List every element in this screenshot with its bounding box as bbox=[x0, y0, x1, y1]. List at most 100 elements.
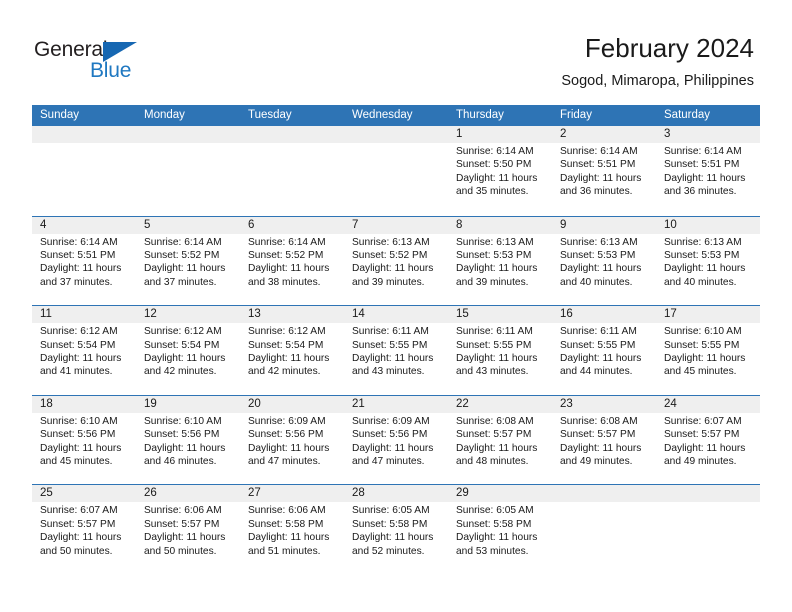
day-info-line: Daylight: 11 hours bbox=[248, 353, 330, 364]
day-info-line: Sunset: 5:52 PM bbox=[144, 250, 220, 261]
day-number: 17 bbox=[664, 308, 677, 321]
day-info-line: and 53 minutes. bbox=[456, 545, 529, 557]
day-info-line: Sunrise: 6:13 AM bbox=[664, 236, 742, 248]
calendar-day-cell[interactable]: 24 Sunrise: 6:07 AM Sunset: 5:57 PM Dayligh… bbox=[656, 396, 760, 485]
day-info-line: and 49 minutes. bbox=[664, 456, 737, 467]
day-info-line: Sunset: 5:56 PM bbox=[144, 429, 220, 441]
day-info-line: Daylight: 11 hours bbox=[664, 172, 746, 184]
day-number bbox=[40, 126, 136, 143]
day-info-line: Daylight: 11 hours bbox=[664, 442, 746, 454]
calendar-week-row: 25 Sunrise: 6:07 AM Sunset: 5:57 PM Dayligh… bbox=[32, 484, 760, 574]
day-info-line: Daylight: 11 hours bbox=[456, 532, 538, 544]
calendar-day-cell[interactable]: 19 Sunrise: 6:10 AM Sunset: 5:56 PM Dayligh… bbox=[136, 396, 240, 485]
day-number: 6 bbox=[248, 218, 255, 231]
day-sun-info: Sunrise: 6:08 AM Sunset: 5:57 PM Daylight:… bbox=[456, 415, 552, 469]
calendar-day-cell[interactable]: 11 Sunrise: 6:12 AM Sunset: 5:54 PM Dayligh… bbox=[32, 306, 136, 395]
day-info-line: Sunset: 5:56 PM bbox=[352, 429, 428, 441]
day-info-line: Sunset: 5:56 PM bbox=[40, 429, 116, 441]
day-sun-info: Sunrise: 6:13 AM Sunset: 5:52 PM Daylight:… bbox=[352, 236, 448, 290]
calendar-day-cell[interactable]: 26 Sunrise: 6:06 AM Sunset: 5:57 PM Dayligh… bbox=[136, 485, 240, 574]
day-info-line: Sunset: 5:52 PM bbox=[248, 250, 324, 261]
calendar-day-cell[interactable]: 20 Sunrise: 6:09 AM Sunset: 5:56 PM Dayligh… bbox=[240, 396, 344, 485]
day-info-line: Daylight: 11 hours bbox=[144, 353, 226, 364]
calendar-day-cell[interactable]: 6 Sunrise: 6:14 AM Sunset: 5:52 PM Daylight… bbox=[240, 217, 344, 306]
calendar-day-cell[interactable]: 4 Sunrise: 6:14 AM Sunset: 5:51 PM Daylight… bbox=[32, 217, 136, 306]
day-number bbox=[352, 126, 448, 143]
day-info-line: Sunset: 5:55 PM bbox=[456, 339, 532, 351]
day-number: 7 bbox=[352, 218, 359, 231]
day-sun-info: Sunrise: 6:06 AM Sunset: 5:58 PM Daylight:… bbox=[248, 504, 344, 558]
calendar-day-cell[interactable]: 22 Sunrise: 6:08 AM Sunset: 5:57 PM Dayligh… bbox=[448, 396, 552, 485]
day-info-line: Sunset: 5:57 PM bbox=[560, 429, 636, 441]
calendar-day-cell[interactable]: 18 Sunrise: 6:10 AM Sunset: 5:56 PM Dayligh… bbox=[32, 396, 136, 485]
calendar-day-cell-empty bbox=[552, 485, 656, 574]
calendar-day-cell[interactable]: 1 Sunrise: 6:14 AM Sunset: 5:50 PM Daylight… bbox=[448, 126, 552, 216]
calendar-day-cell[interactable]: 7 Sunrise: 6:13 AM Sunset: 5:52 PM Daylight… bbox=[344, 217, 448, 306]
day-number: 20 bbox=[248, 397, 261, 410]
day-info-line: Sunset: 5:57 PM bbox=[456, 429, 532, 441]
day-number: 27 bbox=[248, 487, 261, 500]
day-info-line: Sunset: 5:51 PM bbox=[664, 159, 740, 171]
calendar-day-cell[interactable]: 14 Sunrise: 6:11 AM Sunset: 5:55 PM Dayligh… bbox=[344, 306, 448, 395]
calendar-day-cell[interactable]: 13 Sunrise: 6:12 AM Sunset: 5:54 PM Dayligh… bbox=[240, 306, 344, 395]
day-number: 1 bbox=[456, 128, 463, 140]
day-sun-info: Sunrise: 6:07 AM Sunset: 5:57 PM Daylight:… bbox=[664, 415, 760, 469]
day-info-line: Sunrise: 6:06 AM bbox=[248, 505, 326, 517]
calendar-day-cell[interactable]: 17 Sunrise: 6:10 AM Sunset: 5:55 PM Dayligh… bbox=[656, 306, 760, 395]
day-info-line: Sunrise: 6:14 AM bbox=[664, 146, 742, 157]
day-info-line: Sunrise: 6:14 AM bbox=[40, 236, 118, 248]
calendar-day-cell[interactable]: 25 Sunrise: 6:07 AM Sunset: 5:57 PM Dayligh… bbox=[32, 485, 136, 574]
day-info-line: and 44 minutes. bbox=[560, 366, 633, 378]
day-number bbox=[560, 485, 656, 502]
day-info-line: and 51 minutes. bbox=[248, 545, 321, 557]
calendar-day-cell[interactable]: 12 Sunrise: 6:12 AM Sunset: 5:54 PM Dayligh… bbox=[136, 306, 240, 395]
calendar-day-cell[interactable]: 21 Sunrise: 6:09 AM Sunset: 5:56 PM Dayligh… bbox=[344, 396, 448, 485]
day-info-line: Daylight: 11 hours bbox=[248, 532, 330, 544]
day-info-line: Daylight: 11 hours bbox=[560, 172, 642, 184]
day-info-line: and 40 minutes. bbox=[560, 276, 633, 288]
day-info-line: Daylight: 11 hours bbox=[248, 442, 330, 454]
day-number: 29 bbox=[456, 487, 469, 500]
calendar-day-cell[interactable]: 16 Sunrise: 6:11 AM Sunset: 5:55 PM Dayligh… bbox=[552, 306, 656, 395]
calendar-day-cell[interactable]: 9 Sunrise: 6:13 AM Sunset: 5:53 PM Daylight… bbox=[552, 217, 656, 306]
day-number: 11 bbox=[40, 308, 52, 321]
calendar-day-cell[interactable]: 10 Sunrise: 6:13 AM Sunset: 5:53 PM Dayligh… bbox=[656, 217, 760, 306]
calendar-week-row: 11 Sunrise: 6:12 AM Sunset: 5:54 PM Dayligh… bbox=[32, 305, 760, 395]
day-number: 23 bbox=[560, 397, 573, 410]
day-info-line: Sunrise: 6:11 AM bbox=[560, 326, 637, 338]
calendar-day-cell[interactable]: 15 Sunrise: 6:11 AM Sunset: 5:55 PM Dayligh… bbox=[448, 306, 552, 395]
day-info-line: Sunrise: 6:14 AM bbox=[144, 236, 222, 248]
weekday-header-row: Sunday Monday Tuesday Wednesday Thursday… bbox=[32, 105, 760, 126]
day-info-line: Sunrise: 6:12 AM bbox=[248, 326, 326, 338]
day-sun-info: Sunrise: 6:14 AM Sunset: 5:52 PM Daylight:… bbox=[144, 236, 240, 290]
day-info-line: Sunrise: 6:14 AM bbox=[456, 146, 534, 157]
calendar-day-cell[interactable]: 8 Sunrise: 6:13 AM Sunset: 5:53 PM Daylight… bbox=[448, 217, 552, 306]
day-sun-info: Sunrise: 6:11 AM Sunset: 5:55 PM Daylight:… bbox=[352, 325, 448, 379]
calendar-day-cell[interactable]: 2 Sunrise: 6:14 AM Sunset: 5:51 PM Daylight… bbox=[552, 126, 656, 216]
day-sun-info: Sunrise: 6:11 AM Sunset: 5:55 PM Daylight:… bbox=[456, 325, 552, 379]
calendar-day-cell[interactable]: 27 Sunrise: 6:06 AM Sunset: 5:58 PM Dayligh… bbox=[240, 485, 344, 574]
calendar-day-cell[interactable]: 3 Sunrise: 6:14 AM Sunset: 5:51 PM Daylight… bbox=[656, 126, 760, 216]
calendar-day-cell[interactable]: 29 Sunrise: 6:05 AM Sunset: 5:58 PM Dayligh… bbox=[448, 485, 552, 574]
calendar-day-cell[interactable]: 23 Sunrise: 6:08 AM Sunset: 5:57 PM Dayligh… bbox=[552, 396, 656, 485]
day-info-line: and 39 minutes. bbox=[456, 276, 529, 288]
logo-text-blue: Blue bbox=[90, 59, 132, 82]
calendar-grid: Sunday Monday Tuesday Wednesday Thursday… bbox=[32, 105, 760, 574]
calendar-day-cell[interactable]: 5 Sunrise: 6:14 AM Sunset: 5:52 PM Daylight… bbox=[136, 217, 240, 306]
day-info-line: Daylight: 11 hours bbox=[144, 442, 226, 454]
day-info-line: Sunset: 5:56 PM bbox=[248, 429, 324, 441]
day-info-line: and 49 minutes. bbox=[560, 456, 633, 467]
day-number: 16 bbox=[560, 308, 573, 321]
day-sun-info: Sunrise: 6:10 AM Sunset: 5:55 PM Daylight:… bbox=[664, 325, 760, 379]
day-sun-info: Sunrise: 6:08 AM Sunset: 5:57 PM Daylight:… bbox=[560, 415, 656, 469]
day-info-line: Daylight: 11 hours bbox=[352, 442, 434, 454]
day-info-line: and 43 minutes. bbox=[352, 366, 425, 378]
day-info-line: Sunrise: 6:05 AM bbox=[456, 505, 534, 517]
day-info-line: Sunset: 5:54 PM bbox=[248, 339, 324, 351]
calendar-day-cell[interactable]: 28 Sunrise: 6:05 AM Sunset: 5:58 PM Dayligh… bbox=[344, 485, 448, 574]
day-info-line: Daylight: 11 hours bbox=[456, 172, 538, 184]
day-info-line: Sunset: 5:57 PM bbox=[144, 518, 220, 530]
general-blue-logo[interactable]: General Blue bbox=[34, 38, 164, 86]
day-info-line: and 48 minutes. bbox=[456, 456, 529, 467]
day-info-line: and 36 minutes. bbox=[560, 186, 633, 198]
